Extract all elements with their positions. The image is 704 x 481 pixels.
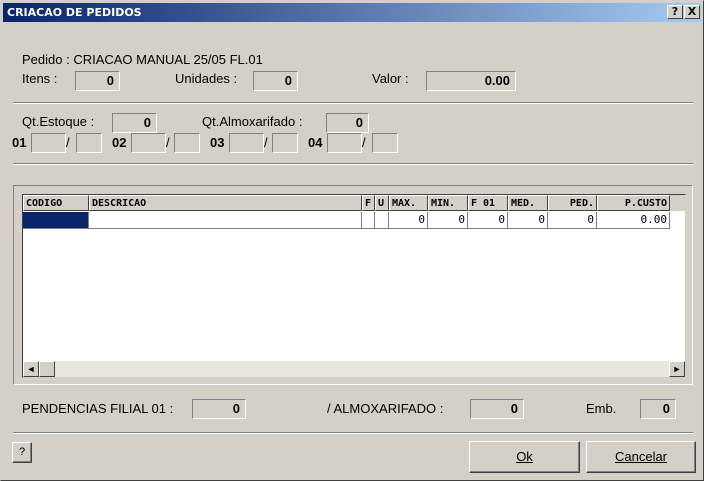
separator-1 xyxy=(13,102,693,104)
qt-almox-field: 0 xyxy=(326,113,369,133)
emb-label: Emb. xyxy=(586,401,617,416)
cell-f[interactable] xyxy=(362,212,375,229)
window-title: CRIACAO DE PEDIDOS xyxy=(7,6,142,19)
branch-02-stock-field xyxy=(131,133,166,153)
itens-label: Itens : xyxy=(22,71,58,86)
grid-frame: CODIGO DESCRICAO F U MAX. MIN. F 01 MED.… xyxy=(13,185,693,385)
col-header-ped[interactable]: PED. xyxy=(548,195,597,211)
separator-3 xyxy=(13,432,693,434)
cell-med[interactable]: 0 xyxy=(508,212,548,229)
ok-button-label: Ok xyxy=(516,449,533,464)
cell-u[interactable] xyxy=(375,212,389,229)
branch-01-stock-field xyxy=(31,133,66,153)
almoxarifado-field: 0 xyxy=(470,399,524,419)
itens-field: 0 xyxy=(75,71,120,91)
branch-04-stock-field xyxy=(327,133,362,153)
qt-estoque-field: 0 xyxy=(112,113,157,133)
branch-01-label: 01 xyxy=(12,135,27,150)
title-bar[interactable]: CRIACAO DE PEDIDOS ? X xyxy=(3,3,701,22)
separator-2 xyxy=(13,163,693,165)
cell-max[interactable]: 0 xyxy=(389,212,428,229)
pendencias-label: PENDENCIAS FILIAL 01 : xyxy=(22,401,174,416)
dialog-window: CRIACAO DE PEDIDOS ? X Pedido : CRIACAO … xyxy=(0,0,704,481)
pendencias-field: 0 xyxy=(192,399,246,419)
branch-02-label: 02 xyxy=(112,135,127,150)
pedido-label: Pedido : CRIACAO MANUAL 25/05 FL.01 xyxy=(22,52,263,67)
col-header-min[interactable]: MIN. xyxy=(428,195,468,211)
branch-04-label: 04 xyxy=(308,135,323,150)
help-button[interactable]: ? xyxy=(12,442,32,463)
cell-descricao[interactable] xyxy=(89,212,362,229)
ok-button[interactable]: Ok xyxy=(469,441,580,473)
scroll-left-icon[interactable]: ◄ xyxy=(23,361,39,377)
branch-01-sep: / xyxy=(66,135,70,150)
qt-estoque-label: Qt.Estoque : xyxy=(22,114,95,129)
scroll-right-icon[interactable]: ► xyxy=(669,361,685,377)
cell-codigo[interactable] xyxy=(23,212,89,229)
unidades-field: 0 xyxy=(253,71,298,91)
grid-header: CODIGO DESCRICAO F U MAX. MIN. F 01 MED.… xyxy=(23,195,685,211)
cell-ped[interactable]: 0 xyxy=(548,212,597,229)
horizontal-scrollbar[interactable]: ◄ ► xyxy=(23,361,685,377)
branch-04-sep: / xyxy=(362,135,366,150)
col-header-descricao[interactable]: DESCRICAO xyxy=(89,195,362,211)
col-header-med[interactable]: MED. xyxy=(508,195,548,211)
branch-03-almox-field xyxy=(272,133,298,153)
cell-f01[interactable]: 0 xyxy=(468,212,508,229)
valor-label: Valor : xyxy=(372,71,409,86)
branch-04-almox-field xyxy=(372,133,398,153)
emb-field: 0 xyxy=(640,399,676,419)
col-header-u[interactable]: U xyxy=(375,195,389,211)
close-button[interactable]: X xyxy=(684,5,700,19)
items-grid[interactable]: CODIGO DESCRICAO F U MAX. MIN. F 01 MED.… xyxy=(22,194,686,378)
cancel-button[interactable]: Cancelar xyxy=(586,441,696,473)
branch-03-label: 03 xyxy=(210,135,225,150)
branch-03-stock-field xyxy=(229,133,264,153)
qt-almox-label: Qt.Almoxarifado : xyxy=(202,114,303,129)
branch-03-sep: / xyxy=(264,135,268,150)
cell-pcusto[interactable]: 0.00 xyxy=(597,212,670,229)
scroll-thumb[interactable] xyxy=(39,361,55,377)
unidades-label: Unidades : xyxy=(175,71,238,86)
cell-min[interactable]: 0 xyxy=(428,212,468,229)
col-header-f[interactable]: F xyxy=(362,195,375,211)
col-header-f01[interactable]: F 01 xyxy=(468,195,508,211)
col-header-pcusto[interactable]: P.CUSTO xyxy=(597,195,670,211)
almoxarifado-label: / ALMOXARIFADO : xyxy=(327,401,444,416)
col-header-max[interactable]: MAX. xyxy=(389,195,428,211)
col-header-codigo[interactable]: CODIGO xyxy=(23,195,89,211)
valor-field: 0.00 xyxy=(426,71,516,91)
branch-02-almox-field xyxy=(174,133,200,153)
branch-01-almox-field xyxy=(76,133,102,153)
title-help-button[interactable]: ? xyxy=(667,5,683,19)
branch-02-sep: / xyxy=(166,135,170,150)
cancel-button-label: Cancelar xyxy=(614,449,668,464)
